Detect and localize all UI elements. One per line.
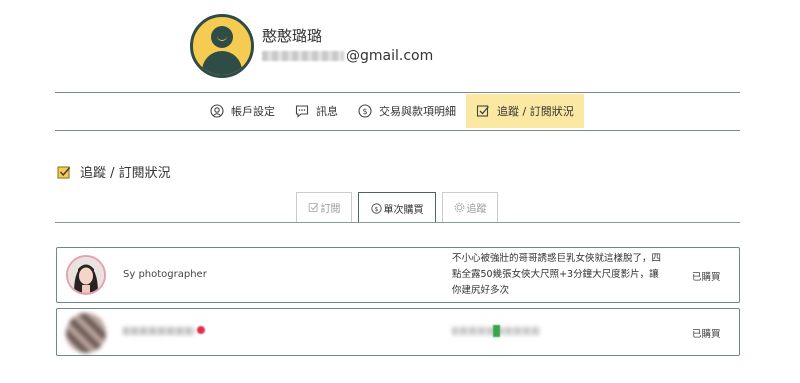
section-title: 追蹤 / 訂閱狀況 xyxy=(57,162,171,181)
dollar-coin-icon: $ xyxy=(370,202,382,214)
creator-name-redacted xyxy=(123,327,195,335)
profile-name: 憨憨璐璐 xyxy=(262,27,323,45)
svg-text:$: $ xyxy=(362,107,367,116)
tab-label: 單次購買 xyxy=(383,204,424,216)
status-badge: 已購買 xyxy=(692,329,721,340)
user-settings-icon xyxy=(210,104,224,118)
purchase-tabs: 訂閱 $ 單次購買 追蹤 xyxy=(296,192,504,223)
checkbox-icon xyxy=(57,166,71,178)
heart-icon xyxy=(197,326,205,334)
email-redacted xyxy=(262,51,344,61)
profile-header: 憨憨璐璐 @gmail.com xyxy=(190,14,433,78)
checkbox-icon xyxy=(308,203,318,212)
chat-icon xyxy=(295,105,309,118)
nav-item-account-settings[interactable]: 帳戶設定 xyxy=(200,94,285,128)
nav-item-transactions[interactable]: $ 交易與款項明細 xyxy=(348,94,466,128)
tab-label: 訂閱 xyxy=(320,204,341,215)
tab-follow[interactable]: 追蹤 xyxy=(442,192,498,222)
list-item[interactable]: Sy photographer 不小心被強壯的哥哥誘惑巨乳女俠就這樣脫了，四點全… xyxy=(56,247,740,303)
main-nav: 帳戶設定 訊息 $ 交易與款項明細 追蹤 / 訂閱狀況 xyxy=(200,94,584,128)
creator-name: Sy photographer xyxy=(123,269,207,280)
tab-single-purchase[interactable]: $ 單次購買 xyxy=(358,192,436,223)
email-domain: @gmail.com xyxy=(346,48,434,64)
nav-divider-top xyxy=(55,92,740,93)
tab-label: 追蹤 xyxy=(466,204,487,215)
avatar xyxy=(66,313,106,353)
tab-divider xyxy=(55,222,740,223)
redacted-mark xyxy=(493,325,500,337)
nav-item-messages[interactable]: 訊息 xyxy=(285,94,348,128)
gear-icon xyxy=(454,202,464,213)
nav-item-follow-subscriptions[interactable]: 追蹤 / 訂閱狀況 xyxy=(466,94,584,128)
checkbox-icon xyxy=(476,105,489,117)
avatar xyxy=(66,255,106,295)
list-item[interactable]: 已購買 xyxy=(56,308,740,356)
nav-label: 追蹤 / 訂閱狀況 xyxy=(497,105,574,118)
nav-label: 帳戶設定 xyxy=(231,105,275,118)
user-photo-icon xyxy=(68,257,104,293)
avatar xyxy=(190,14,254,78)
nav-label: 交易與款項明細 xyxy=(379,105,456,118)
dollar-coin-icon: $ xyxy=(358,104,372,118)
purchase-description: 不小心被強壯的哥哥誘惑巨乳女俠就這樣脫了，四點全露50幾張女俠大尺照+3分鐘大尺… xyxy=(452,253,662,296)
section-title-text: 追蹤 / 訂閱狀況 xyxy=(80,166,171,181)
profile-info: 憨憨璐璐 @gmail.com xyxy=(262,26,433,66)
svg-text:$: $ xyxy=(374,205,378,212)
nav-label: 訊息 xyxy=(316,105,338,118)
nav-divider-bottom xyxy=(55,130,740,131)
profile-email: @gmail.com xyxy=(262,46,433,66)
status-badge: 已購買 xyxy=(692,272,721,283)
tab-subscribe[interactable]: 訂閱 xyxy=(296,192,352,222)
